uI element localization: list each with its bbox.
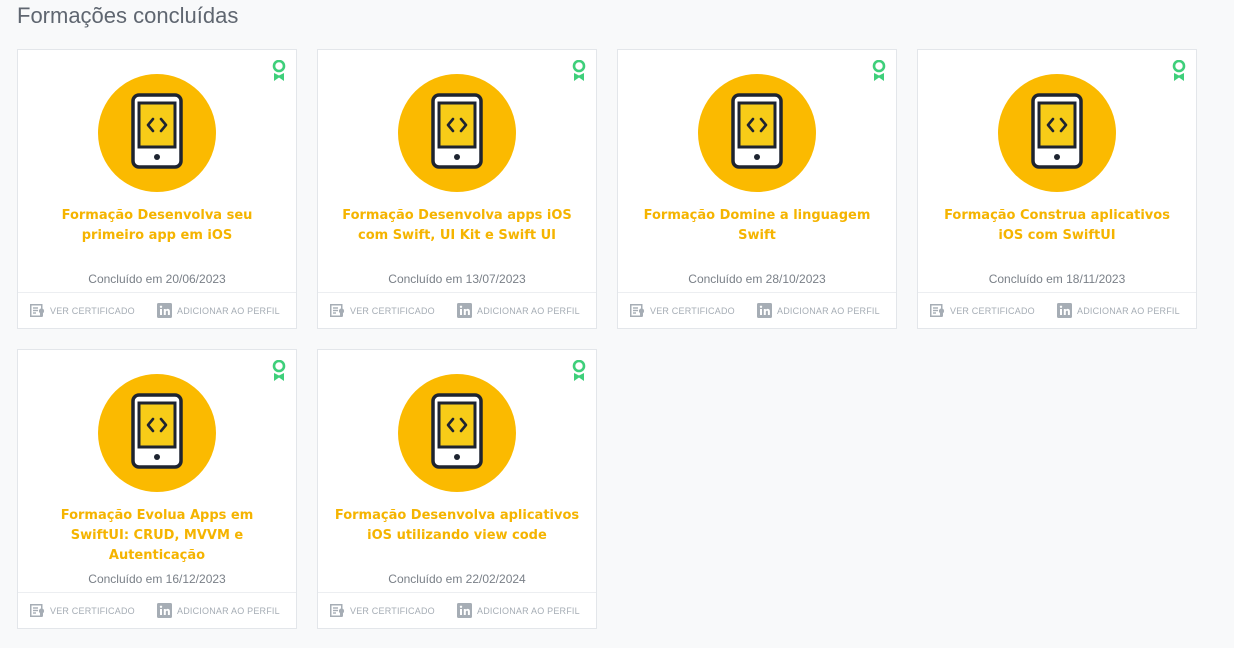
mobile-code-icon — [98, 74, 216, 192]
card-actions: VER CERTIFICADO ADICIONAR AO PERFIL — [318, 592, 596, 628]
formation-card[interactable]: Formação Domine a linguagem Swift Conclu… — [617, 49, 897, 329]
award-ribbon-icon — [572, 360, 586, 381]
completion-date: Concluído em 13/07/2023 — [388, 272, 526, 286]
add-to-profile-label: ADICIONAR AO PERFIL — [477, 305, 580, 316]
view-certificate-button[interactable]: VER CERTIFICADO — [30, 304, 135, 317]
view-certificate-button[interactable]: VER CERTIFICADO — [330, 604, 435, 617]
card-title[interactable]: Formação Evolua Apps em SwiftUI: CRUD, M… — [30, 506, 284, 566]
linkedin-icon — [1057, 303, 1072, 318]
formations-grid: Formação Desenvolva seu primeiro app em … — [17, 49, 1197, 629]
add-to-profile-label: ADICIONAR AO PERFIL — [177, 305, 280, 316]
completion-date: Concluído em 20/06/2023 — [88, 272, 226, 286]
view-certificate-label: VER CERTIFICADO — [350, 305, 435, 316]
view-certificate-button[interactable]: VER CERTIFICADO — [30, 604, 135, 617]
view-certificate-label: VER CERTIFICADO — [50, 605, 135, 616]
view-certificate-button[interactable]: VER CERTIFICADO — [330, 304, 435, 317]
view-certificate-label: VER CERTIFICADO — [650, 305, 735, 316]
formation-card[interactable]: Formação Desenvolva apps iOS com Swift, … — [317, 49, 597, 329]
certificate-icon — [30, 604, 45, 617]
award-ribbon-icon — [272, 360, 286, 381]
add-to-profile-button[interactable]: ADICIONAR AO PERFIL — [157, 603, 280, 618]
award-ribbon-icon — [272, 60, 286, 81]
certificate-icon — [330, 304, 345, 317]
add-to-profile-button[interactable]: ADICIONAR AO PERFIL — [757, 303, 880, 318]
linkedin-icon — [457, 603, 472, 618]
award-ribbon-icon — [872, 60, 886, 81]
view-certificate-label: VER CERTIFICADO — [350, 605, 435, 616]
award-ribbon-icon — [1172, 60, 1186, 81]
linkedin-icon — [757, 303, 772, 318]
award-ribbon-icon — [572, 60, 586, 81]
view-certificate-label: VER CERTIFICADO — [950, 305, 1035, 316]
add-to-profile-button[interactable]: ADICIONAR AO PERFIL — [457, 603, 580, 618]
card-actions: VER CERTIFICADO ADICIONAR AO PERFIL — [318, 292, 596, 328]
certificate-icon — [630, 304, 645, 317]
formation-card[interactable]: Formação Desenvolva aplicativos iOS util… — [317, 349, 597, 629]
add-to-profile-label: ADICIONAR AO PERFIL — [177, 605, 280, 616]
add-to-profile-label: ADICIONAR AO PERFIL — [777, 305, 880, 316]
certificate-icon — [330, 604, 345, 617]
completion-date: Concluído em 28/10/2023 — [688, 272, 826, 286]
view-certificate-button[interactable]: VER CERTIFICADO — [630, 304, 735, 317]
mobile-code-icon — [398, 374, 516, 492]
add-to-profile-button[interactable]: ADICIONAR AO PERFIL — [457, 303, 580, 318]
card-title[interactable]: Formação Desenvolva apps iOS com Swift, … — [330, 206, 584, 246]
formation-card[interactable]: Formação Evolua Apps em SwiftUI: CRUD, M… — [17, 349, 297, 629]
view-certificate-button[interactable]: VER CERTIFICADO — [930, 304, 1035, 317]
certificate-icon — [30, 304, 45, 317]
card-actions: VER CERTIFICADO ADICIONAR AO PERFIL — [618, 292, 896, 328]
linkedin-icon — [157, 303, 172, 318]
linkedin-icon — [457, 303, 472, 318]
certificate-icon — [930, 304, 945, 317]
linkedin-icon — [157, 603, 172, 618]
formation-card[interactable]: Formação Desenvolva seu primeiro app em … — [17, 49, 297, 329]
card-actions: VER CERTIFICADO ADICIONAR AO PERFIL — [918, 292, 1196, 328]
completion-date: Concluído em 18/11/2023 — [988, 272, 1126, 286]
completion-date: Concluído em 16/12/2023 — [88, 572, 226, 586]
card-title[interactable]: Formação Desenvolva seu primeiro app em … — [30, 206, 284, 246]
card-actions: VER CERTIFICADO ADICIONAR AO PERFIL — [18, 292, 296, 328]
view-certificate-label: VER CERTIFICADO — [50, 305, 135, 316]
add-to-profile-label: ADICIONAR AO PERFIL — [477, 605, 580, 616]
mobile-code-icon — [398, 74, 516, 192]
formation-card[interactable]: Formação Construa aplicativos iOS com Sw… — [917, 49, 1197, 329]
mobile-code-icon — [998, 74, 1116, 192]
page-title: Formações concluídas — [17, 3, 239, 28]
add-to-profile-button[interactable]: ADICIONAR AO PERFIL — [1057, 303, 1180, 318]
card-title[interactable]: Formação Domine a linguagem Swift — [630, 206, 884, 246]
card-title[interactable]: Formação Construa aplicativos iOS com Sw… — [930, 206, 1184, 246]
add-to-profile-button[interactable]: ADICIONAR AO PERFIL — [157, 303, 280, 318]
card-actions: VER CERTIFICADO ADICIONAR AO PERFIL — [18, 592, 296, 628]
add-to-profile-label: ADICIONAR AO PERFIL — [1077, 305, 1180, 316]
completion-date: Concluído em 22/02/2024 — [388, 572, 526, 586]
card-title[interactable]: Formação Desenvolva aplicativos iOS util… — [330, 506, 584, 546]
mobile-code-icon — [98, 374, 216, 492]
mobile-code-icon — [698, 74, 816, 192]
